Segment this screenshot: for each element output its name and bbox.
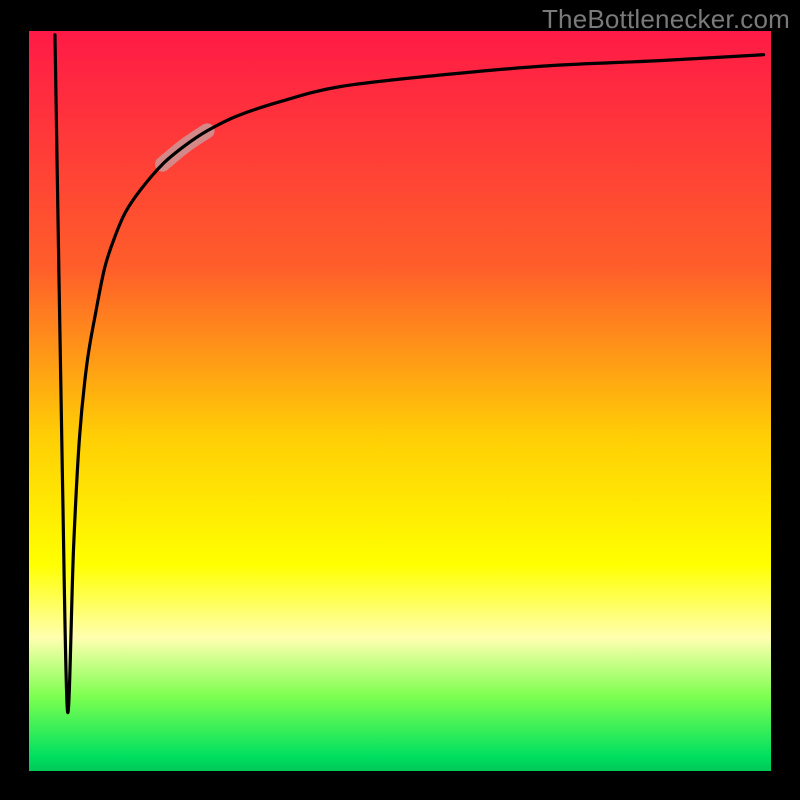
watermark-text: TheBottlenecker.com — [542, 4, 790, 35]
chart-svg — [0, 0, 800, 800]
plot-background — [29, 31, 771, 771]
chart-canvas: TheBottlenecker.com — [0, 0, 800, 800]
